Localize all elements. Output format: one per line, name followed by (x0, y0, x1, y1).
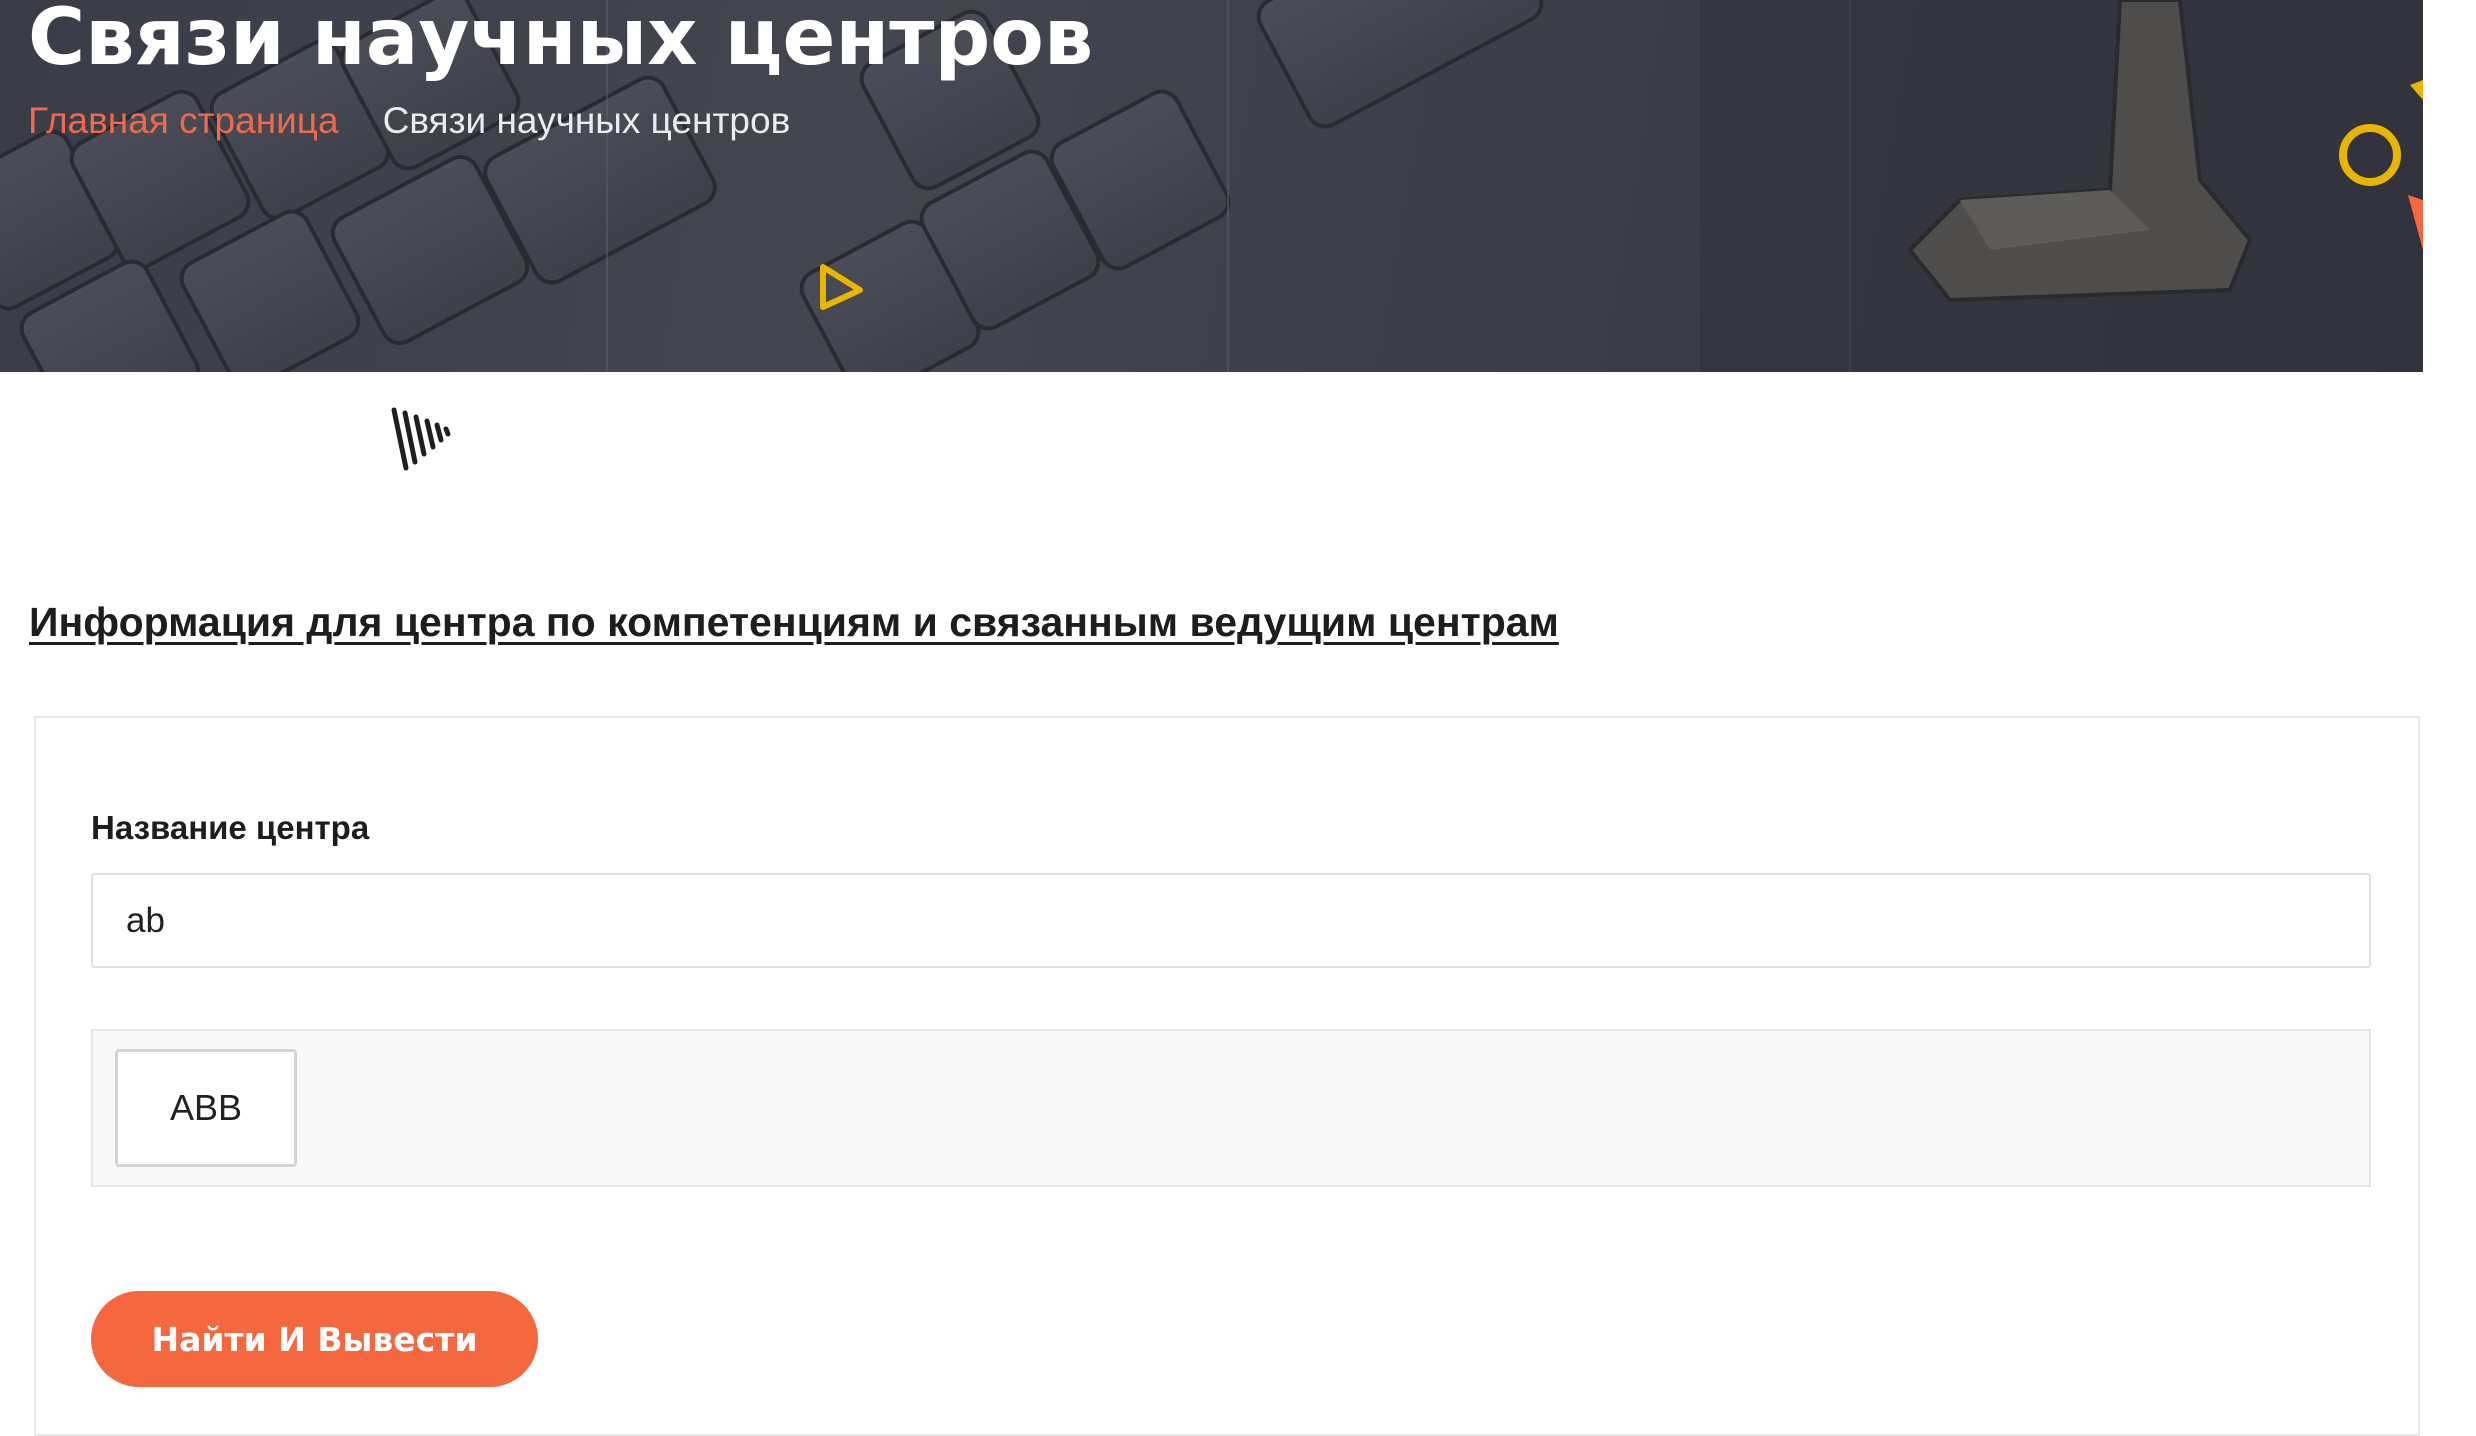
center-name-input[interactable] (91, 873, 2371, 968)
find-and-display-button[interactable]: Найти И Вывести (91, 1291, 538, 1387)
breadcrumb-home-link[interactable]: Главная страница (28, 100, 339, 141)
hero-banner: Связи научных центров Главная страница Св… (0, 0, 2423, 372)
section-title: Информация для центра по компетенциям и … (29, 599, 1559, 645)
decorative-stripes-icon (391, 407, 451, 471)
page-title: Связи научных центров (28, 0, 1094, 83)
breadcrumb: Главная страница Связи научных центров (28, 98, 790, 144)
suggestions-list: ABB (91, 1029, 2371, 1187)
suggestion-item[interactable]: ABB (115, 1049, 297, 1167)
search-form-panel: Название центра ABB Найти И Вывести (34, 716, 2420, 1436)
breadcrumb-current: Связи научных центров (382, 100, 791, 141)
center-name-label: Название центра (91, 809, 370, 846)
